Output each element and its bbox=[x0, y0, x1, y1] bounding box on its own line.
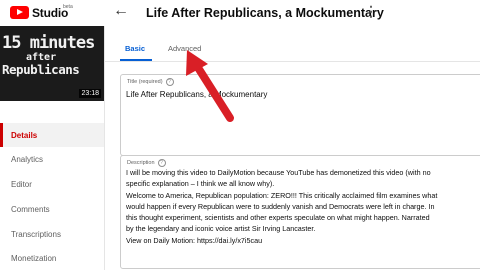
red-pointer-arrow-icon bbox=[186, 50, 234, 122]
arrow-shaft bbox=[193, 62, 234, 122]
